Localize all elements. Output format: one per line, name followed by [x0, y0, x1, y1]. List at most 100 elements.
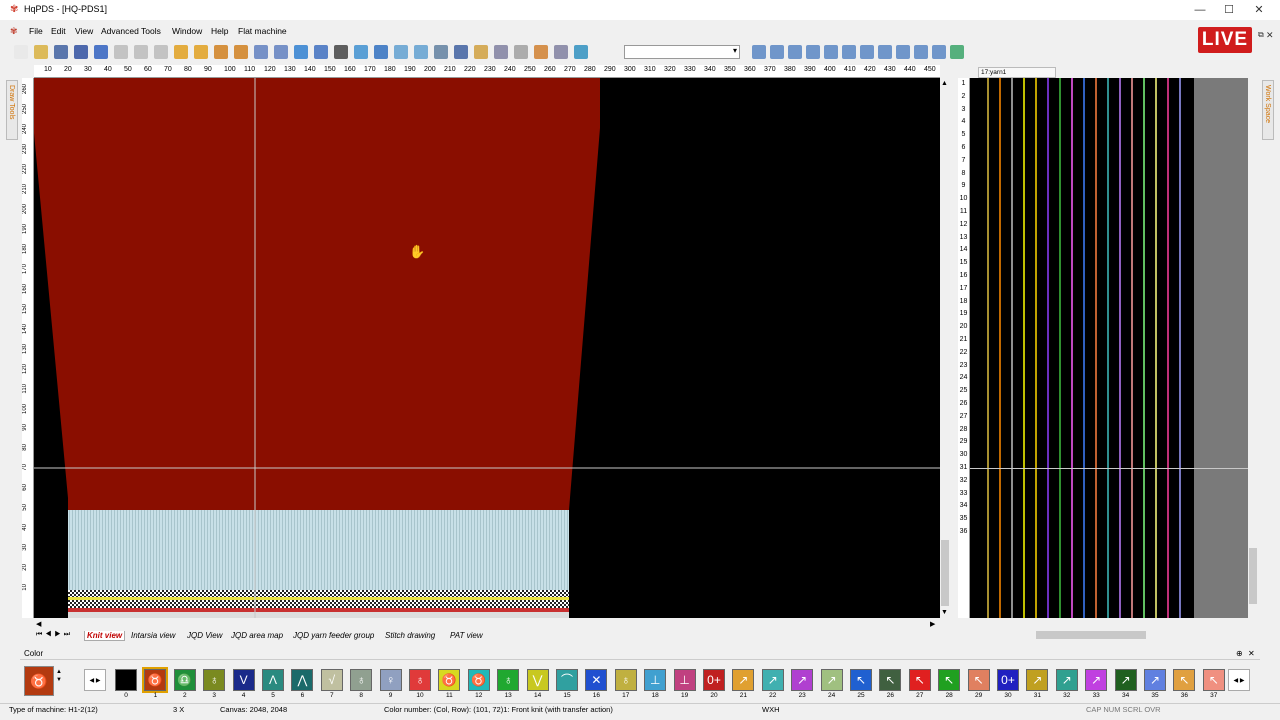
menu-help[interactable]: Help [211, 26, 228, 36]
copy-icon[interactable] [134, 45, 148, 59]
color-swatch[interactable]: ↖ [879, 669, 902, 691]
color-swatch[interactable]: ♉ [467, 669, 490, 691]
knit-tool-icon[interactable] [950, 45, 964, 59]
knit-canvas[interactable]: ✋ [34, 78, 940, 618]
color-swatch[interactable]: ↖ [1173, 669, 1196, 691]
highlight-icon[interactable] [474, 45, 488, 59]
knit-tool-icon[interactable] [860, 45, 874, 59]
layout-icon[interactable] [394, 45, 408, 59]
current-color-icon[interactable]: ♉ [24, 666, 54, 696]
knit-tool-icon[interactable] [752, 45, 766, 59]
knit-tool-icon[interactable] [896, 45, 910, 59]
align2-icon[interactable] [454, 45, 468, 59]
tab-intarsia-view[interactable]: Intarsia view [131, 631, 175, 640]
color-swatch[interactable]: ↖ [850, 669, 872, 691]
yarn-combo[interactable]: 17:yarn1 [978, 67, 1056, 78]
scroll-up-icon[interactable]: ▲ [941, 80, 948, 87]
pin-icon[interactable]: ⊕ [1236, 649, 1243, 658]
color-swatch[interactable]: ↖ [908, 669, 931, 691]
tab-jqd-view[interactable]: JQD View [187, 631, 222, 640]
color-swatch[interactable]: ♁ [350, 669, 373, 691]
layer-icon[interactable] [354, 45, 368, 59]
knit-tool-icon[interactable] [878, 45, 892, 59]
menu-view[interactable]: View [75, 26, 93, 36]
zoom-combo[interactable]: ▾ [624, 45, 740, 59]
color-swatch[interactable]: ↗ [1026, 669, 1049, 691]
color-swatch[interactable]: ♁ [614, 669, 637, 691]
knit-tool-icon[interactable] [914, 45, 928, 59]
tab-stitch-drawing[interactable]: Stitch drawing [385, 631, 435, 640]
new-icon[interactable] [14, 45, 28, 59]
yarn-vertical-scrollbar[interactable] [1248, 78, 1258, 618]
color-swatch[interactable]: ↖ [938, 669, 961, 691]
menu-flat-machine[interactable]: Flat machine [238, 26, 287, 36]
knit-tool-icon[interactable] [932, 45, 946, 59]
paste-icon[interactable] [154, 45, 168, 59]
color-swatch[interactable]: ↗ [820, 669, 843, 691]
brush-icon[interactable] [334, 45, 348, 59]
palette-prev-icon[interactable]: ◀ ▶ [84, 669, 106, 691]
tab-jqd-area-map[interactable]: JQD area map [231, 631, 283, 640]
color-swatch[interactable]: 0+ [703, 669, 725, 691]
mdi-restore-icon[interactable]: ⧉ [1258, 30, 1264, 40]
canvas-vertical-scrollbar[interactable] [940, 78, 950, 618]
doc-icon[interactable]: ✾ [10, 26, 20, 36]
tool2-icon[interactable] [514, 45, 528, 59]
tab-nav-arrows[interactable]: ⏮◀▶⏭ [36, 631, 73, 639]
calc-icon[interactable] [214, 45, 228, 59]
tool4-icon[interactable] [554, 45, 568, 59]
yarn-hscroll-thumb[interactable] [1036, 631, 1146, 639]
knit-tool-icon[interactable] [824, 45, 838, 59]
color-swatch[interactable]: ↗ [1114, 669, 1137, 691]
tab-pat-view[interactable]: PAT view [450, 631, 483, 640]
color-swatch[interactable]: ⌒ [556, 669, 578, 691]
minimize-button[interactable]: — [1192, 3, 1208, 17]
color-swatch[interactable]: 0+ [997, 669, 1019, 691]
color-swatch[interactable]: ↗ [1144, 669, 1166, 691]
color-swatch[interactable]: √ [320, 669, 343, 691]
mdi-close-icon[interactable]: ✕ [1266, 30, 1274, 41]
color-swatch[interactable]: ↖ [967, 669, 990, 691]
palette-next-icon[interactable]: ◀ ▶ [1228, 669, 1250, 691]
color-swatch[interactable]: ⋀ [291, 669, 314, 691]
color-swatch[interactable]: ♉ [142, 667, 169, 693]
menu-window[interactable]: Window [172, 26, 202, 36]
undo-icon[interactable] [74, 45, 88, 59]
color-swatch[interactable]: ↗ [1085, 669, 1108, 691]
color-swatch[interactable]: ⊥ [644, 669, 667, 691]
color-swatch[interactable]: ♁ [497, 669, 520, 691]
color-swatch[interactable]: ♁ [409, 669, 431, 691]
color-swatch[interactable]: ↗ [732, 669, 755, 691]
tool3-icon[interactable] [534, 45, 548, 59]
tool-icon[interactable] [494, 45, 508, 59]
rect-select-icon[interactable] [274, 45, 288, 59]
color-swatch[interactable]: ↖ [1202, 669, 1225, 691]
color-swatch[interactable]: ♎ [173, 669, 196, 691]
knit-tool-icon[interactable] [842, 45, 856, 59]
canvas-vscroll-thumb[interactable] [941, 540, 949, 606]
color-swatch[interactable] [115, 669, 137, 691]
color-swatch[interactable]: V [232, 669, 255, 691]
color-swatch[interactable]: ↗ [1055, 669, 1078, 691]
menu-file[interactable]: File [29, 26, 43, 36]
scroll-right-icon[interactable]: ▶ [930, 620, 935, 628]
curve-icon[interactable] [254, 45, 268, 59]
image-icon[interactable] [374, 45, 388, 59]
tab-jqd-yarn-feeder-group[interactable]: JQD yarn feeder group [293, 631, 374, 640]
scroll-down-icon[interactable]: ▼ [941, 609, 948, 616]
knit-tool-icon[interactable] [788, 45, 802, 59]
color-swatch[interactable]: ♉ [438, 669, 461, 691]
color-swatch[interactable]: ↗ [791, 669, 814, 691]
tab-knit-view[interactable]: Knit view [84, 631, 126, 641]
info-icon[interactable] [194, 45, 208, 59]
close-button[interactable]: ✕ [1251, 3, 1267, 17]
color-swatch[interactable]: ↗ [761, 669, 784, 691]
canvas-horizontal-scrollbar[interactable] [34, 620, 940, 630]
current-color-spin-icon[interactable]: ▲ ▼ [56, 668, 62, 684]
open-icon[interactable] [34, 45, 48, 59]
color-panel-close-icon[interactable]: ✕ [1248, 649, 1255, 658]
pen-icon[interactable] [314, 45, 328, 59]
color-swatch[interactable]: ✕ [585, 669, 608, 691]
grid-icon[interactable] [174, 45, 188, 59]
layout2-icon[interactable] [414, 45, 428, 59]
